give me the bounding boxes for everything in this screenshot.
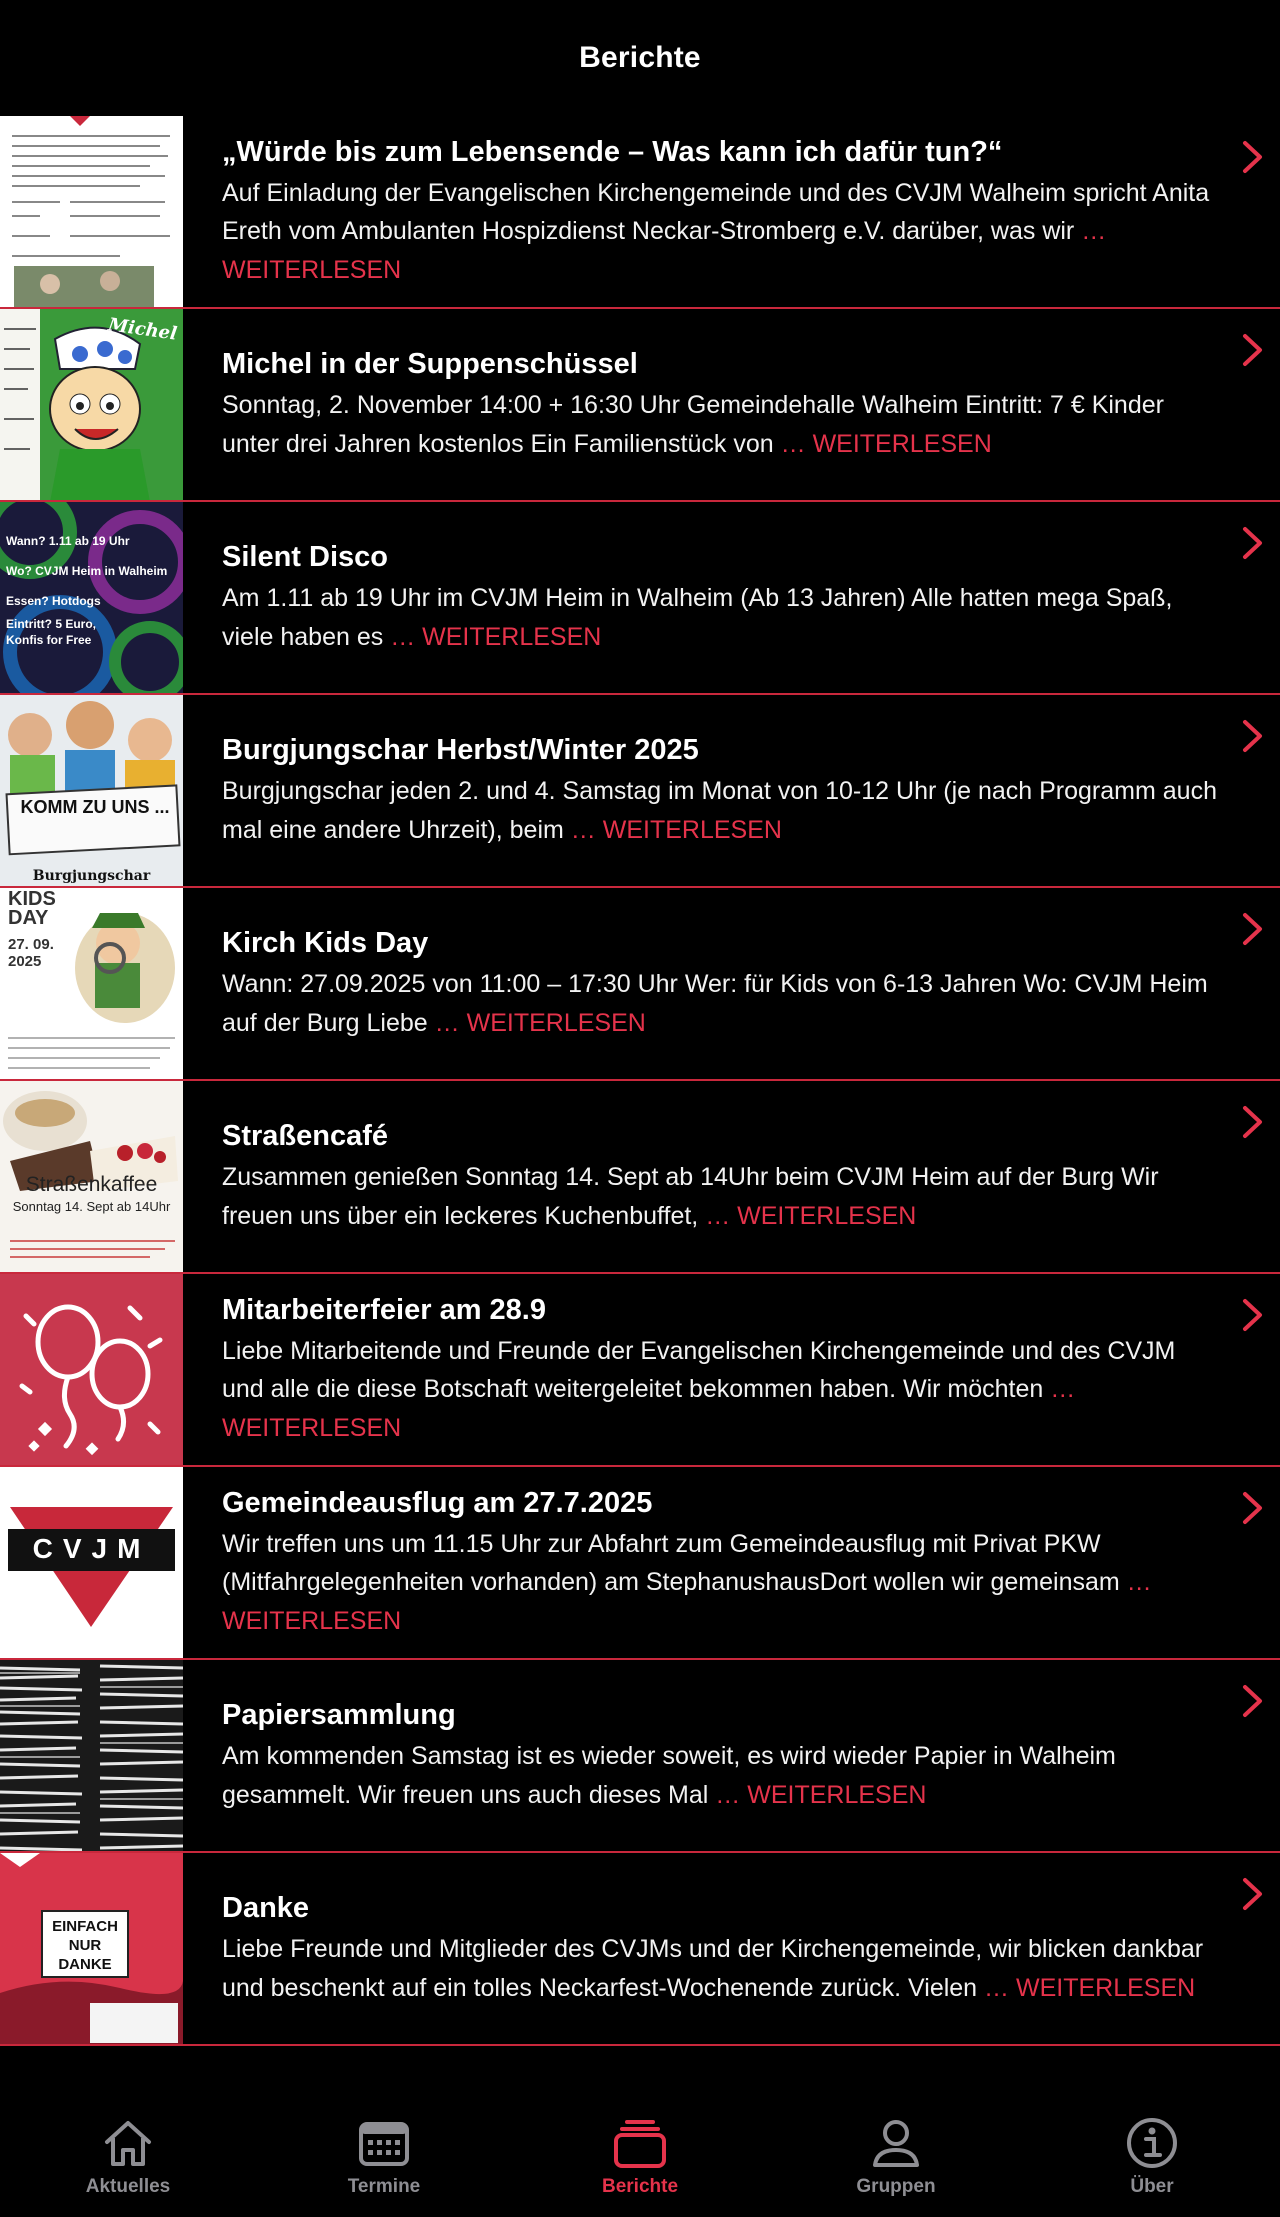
article-title: „Würde bis zum Lebensende – Was kann ich…: [222, 135, 1003, 168]
article-row[interactable]: KIDS DAY 27. 09. 2025 Kirch Kids Day Wan…: [0, 888, 1280, 1081]
tab-bar: Aktuelles Termine Berichte Gruppen Über: [0, 2096, 1280, 2217]
thumb-title: Straßenkaffee: [25, 1173, 158, 1196]
article-title: Burgjungschar Herbst/Winter 2025: [222, 734, 699, 766]
article-teaser: Sonntag, 2. November 14:00 + 16:30 Uhr G…: [222, 391, 1164, 458]
article-row[interactable]: Wann? 1.11 ab 19 Uhr Wo? CVJM Heim in Wa…: [0, 502, 1280, 695]
article-title: Mitarbeiterfeier am 28.9: [222, 1293, 546, 1326]
article-row[interactable]: Mitarbeiterfeier am 28.9 Liebe Mitarbeit…: [0, 1274, 1280, 1467]
article-teaser: Liebe Mitarbeitende und Freunde der Evan…: [222, 1336, 1176, 1442]
chevron-right-icon: [1240, 719, 1266, 753]
read-more-link[interactable]: … WEITERLESEN: [984, 1974, 1195, 2002]
calendar-icon: [359, 2122, 409, 2166]
read-more-link[interactable]: … WEITERLESEN: [781, 430, 992, 458]
article-teaser: Zusammen genießen Sonntag 14. Sept ab 14…: [222, 1163, 1159, 1230]
article-title: Michel in der Suppenschüssel: [222, 348, 638, 380]
chevron-right-icon: [1240, 333, 1266, 367]
article-thumbnail: KIDS DAY 27. 09. 2025: [0, 888, 183, 1079]
article-title: Straßencafé: [222, 1120, 389, 1152]
article-thumbnail: [0, 1274, 183, 1465]
chevron-right-icon: [1240, 1684, 1266, 1718]
article-title: Silent Disco: [222, 541, 388, 573]
read-more-link[interactable]: … WEITERLESEN: [705, 1202, 916, 1230]
thumb-sign: EINFACH NUR DANKE: [52, 1918, 118, 1973]
article-thumbnail: KOMM ZU UNS ... Burgjungschar: [0, 695, 183, 886]
thumb-sign: KOMM ZU UNS ...: [20, 797, 170, 817]
tab-label: Aktuelles: [85, 2176, 171, 2197]
article-title: Papiersammlung: [222, 1699, 456, 1731]
article-teaser: Am 1.11 ab 19 Uhr im CVJM Heim in Walhei…: [222, 584, 1173, 651]
article-thumbnail: EINFACH NUR DANKE: [0, 1853, 183, 2044]
person-icon: [873, 2120, 919, 2167]
article-teaser: Am kommenden Samstag ist es wieder sowei…: [222, 1742, 1116, 1809]
article-row[interactable]: Straßenkaffee Sonntag 14. Sept ab 14Uhr …: [0, 1081, 1280, 1274]
house-icon: [105, 2121, 151, 2166]
chevron-right-icon: [1240, 1105, 1266, 1139]
article-list: „Würde bis zum Lebensende – Was kann ich…: [0, 116, 1280, 2046]
tab-label: Über: [1130, 2176, 1174, 2197]
tab-berichte[interactable]: Berichte: [512, 2096, 768, 2217]
article-row[interactable]: Michel Michel in der Suppenschüssel Sonn…: [0, 309, 1280, 502]
read-more-link[interactable]: … WEITERLESEN: [715, 1781, 926, 1809]
article-row[interactable]: „Würde bis zum Lebensende – Was kann ich…: [0, 116, 1280, 309]
tab-ueber[interactable]: Über: [1024, 2096, 1280, 2217]
stack-icon: [614, 2120, 666, 2168]
chevron-right-icon: [1240, 1877, 1266, 1911]
article-title: Kirch Kids Day: [222, 927, 429, 959]
chevron-right-icon: [1240, 912, 1266, 946]
article-title: Gemeindeausflug am 27.7.2025: [222, 1486, 653, 1519]
nav-header: Berichte: [0, 0, 1280, 116]
article-teaser: Burgjungschar jeden 2. und 4. Samstag im…: [222, 777, 1217, 844]
article-thumbnail: Michel: [0, 309, 183, 500]
article-thumbnail: [0, 1660, 183, 1851]
cvjm-logo-text: CVJM: [32, 1533, 151, 1564]
article-teaser: Wann: 27.09.2025 von 11:00 – 17:30 Uhr W…: [222, 970, 1208, 1037]
article-thumbnail: CVJM: [0, 1467, 183, 1658]
article-thumbnail: Straßenkaffee Sonntag 14. Sept ab 14Uhr: [0, 1081, 183, 1272]
chevron-right-icon: [1240, 140, 1266, 174]
article-teaser: Liebe Freunde und Mitglieder des CVJMs u…: [222, 1935, 1204, 2002]
thumb-text-line: Essen? Hotdogs: [6, 594, 101, 608]
tab-label: Termine: [347, 2176, 421, 2197]
article-thumbnail: [0, 116, 183, 307]
info-icon: [1127, 2118, 1177, 2168]
tab-label: Gruppen: [856, 2176, 936, 2197]
tab-gruppen[interactable]: Gruppen: [768, 2096, 1024, 2217]
tab-aktuelles[interactable]: Aktuelles: [0, 2096, 256, 2217]
thumb-text-line: Eintritt? 5 Euro, Konfis for Free: [6, 617, 96, 647]
page-title: Berichte: [579, 41, 701, 74]
article-teaser: Auf Einladung der Evangelischen Kircheng…: [222, 178, 1210, 284]
read-more-link[interactable]: … WEITERLESEN: [435, 1009, 646, 1037]
article-row[interactable]: EINFACH NUR DANKE Danke Liebe Freunde un…: [0, 1853, 1280, 2046]
thumb-text-line: Wo? CVJM Heim in Walheim: [6, 564, 168, 578]
thumb-caption: Burgjungschar: [32, 868, 151, 884]
article-thumbnail: Wann? 1.11 ab 19 Uhr Wo? CVJM Heim in Wa…: [0, 502, 183, 693]
read-more-link[interactable]: … WEITERLESEN: [390, 623, 601, 651]
tab-label: Berichte: [601, 2176, 679, 2197]
article-title: Danke: [222, 1892, 310, 1924]
chevron-right-icon: [1240, 526, 1266, 560]
read-more-link[interactable]: … WEITERLESEN: [571, 816, 782, 844]
article-row[interactable]: KOMM ZU UNS ... Burgjungschar Burgjungsc…: [0, 695, 1280, 888]
article-teaser: Wir treffen uns um 11.15 Uhr zur Abfahrt…: [222, 1529, 1152, 1635]
balloons-icon: [19, 1304, 163, 1456]
thumb-text-line: Wann? 1.11 ab 19 Uhr: [6, 534, 130, 548]
tab-termine[interactable]: Termine: [256, 2096, 512, 2217]
thumb-date: 27. 09. 2025: [8, 936, 54, 970]
article-row[interactable]: Papiersammlung Am kommenden Samstag ist …: [0, 1660, 1280, 1853]
thumb-date: Sonntag 14. Sept ab 14Uhr: [12, 1199, 171, 1214]
chevron-right-icon: [1240, 1491, 1266, 1525]
chevron-right-icon: [1240, 1298, 1266, 1332]
article-row[interactable]: CVJM Gemeindeausflug am 27.7.2025 Wir tr…: [0, 1467, 1280, 1660]
thumb-title: KIDS DAY: [8, 888, 56, 929]
